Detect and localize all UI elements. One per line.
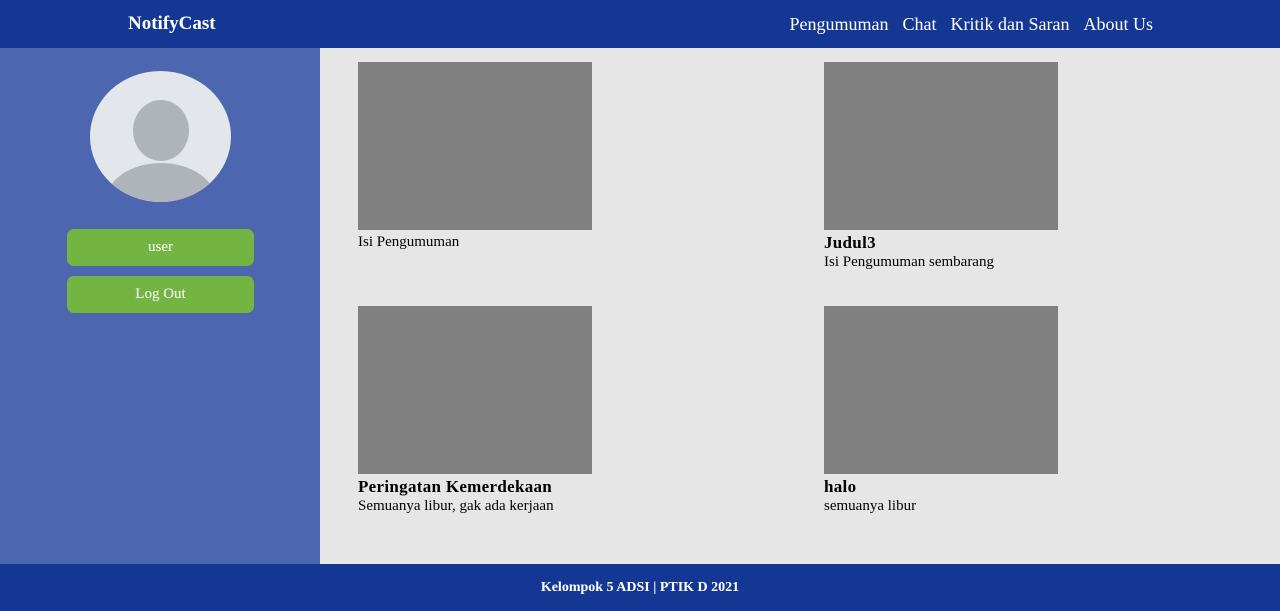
top-navbar: NotifyCast Pengumuman Chat Kritik dan Sa… (0, 0, 1280, 48)
footer-text: Kelompok 5 ADSI | PTIK D 2021 (540, 579, 740, 595)
avatar-icon (90, 71, 231, 202)
announcement-title: Peringatan Kemerdekaan (358, 477, 553, 496)
nav-pengumuman[interactable]: Pengumuman (790, 14, 889, 35)
announcement-card[interactable]: Judul3 Isi Pengumuman sembarang (824, 62, 1064, 271)
announcement-image (358, 62, 592, 230)
avatar-body (105, 163, 217, 202)
announcement-body: semuanya libur (824, 498, 917, 514)
announcement-body: Isi Pengumuman sembarang (824, 254, 994, 270)
announcement-title: Judul3 (824, 233, 876, 252)
announcement-body: Isi Pengumuman (358, 234, 460, 250)
announcement-image (358, 306, 592, 474)
user-button[interactable]: user (67, 229, 254, 266)
brand-logo[interactable]: NotifyCast (128, 13, 216, 35)
nav-chat[interactable]: Chat (903, 14, 937, 35)
announcement-image (824, 306, 1058, 474)
main-nav: Pengumuman Chat Kritik dan Saran About U… (790, 14, 1153, 35)
logout-button[interactable]: Log Out (67, 276, 254, 313)
announcement-image (824, 62, 1058, 230)
announcement-card[interactable]: Peringatan Kemerdekaan Semuanya libur, g… (358, 306, 598, 515)
nav-kritik-dan-saran[interactable]: Kritik dan Saran (951, 14, 1070, 35)
avatar-head (133, 100, 189, 161)
sidebar: user Log Out (0, 48, 320, 564)
announcement-card[interactable]: halo semuanya libur (824, 306, 1064, 515)
announcement-card[interactable]: Isi Pengumuman (358, 62, 598, 251)
announcement-title: halo (824, 477, 857, 496)
nav-about-us[interactable]: About Us (1083, 14, 1153, 35)
announcement-body: Semuanya libur, gak ada kerjaan (358, 498, 554, 514)
footer: Kelompok 5 ADSI | PTIK D 2021 (0, 564, 1280, 611)
